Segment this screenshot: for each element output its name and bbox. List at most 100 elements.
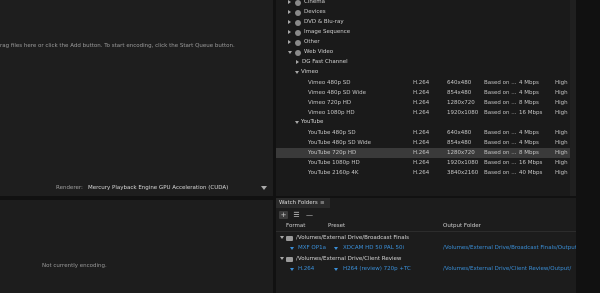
queue-panel[interactable]: rag files here or click the Add button. … <box>0 0 273 196</box>
preset-resolution: 1280x720 <box>447 100 475 106</box>
globe-icon <box>295 9 301 16</box>
preset-category-label: Cinema <box>304 0 325 5</box>
chevron-down-icon[interactable] <box>288 51 292 54</box>
preset-group[interactable]: Vimeo <box>276 68 576 77</box>
watch-folders-toolbar: + ☰ — <box>276 210 576 220</box>
preset-name: Vimeo 480p SD Wide <box>308 90 366 96</box>
preset-source: Based on ... <box>484 160 517 166</box>
preset-format: H.264 <box>413 150 430 156</box>
preset-row[interactable]: YouTube 480p SD H.264 640x480 Based on ... 4… <box>276 128 576 138</box>
preset-row[interactable]: YouTube 720p HD H.264 1280x720 Based on ...… <box>276 148 576 158</box>
output-folder-link[interactable]: /Volumes/External Drive/Broadcast Finals… <box>443 243 579 253</box>
preset-row[interactable]: YouTube 480p SD Wide H.264 854x480 Based on… <box>276 138 576 148</box>
preset-group[interactable]: DG Fast Channel <box>276 58 576 67</box>
preset-category[interactable]: Image Sequence <box>276 28 576 37</box>
chevron-down-icon[interactable] <box>295 71 299 74</box>
format-value[interactable]: H.264 <box>298 264 314 274</box>
tab-watch-folders[interactable]: Watch Folders ≡ <box>276 198 330 208</box>
preset-source: Based on ... <box>484 80 517 86</box>
chevron-right-icon[interactable] <box>288 0 291 4</box>
chevron-down-icon[interactable] <box>280 236 284 239</box>
preset-resolution: 854x480 <box>447 140 472 146</box>
preset-name: Vimeo 1080p HD <box>308 110 355 116</box>
preset-category[interactable]: Cinema <box>276 0 576 7</box>
preset-format: H.264 <box>413 90 430 96</box>
format-column-header: Format <box>286 223 306 229</box>
preset-format: H.264 <box>413 160 430 166</box>
renderer-value[interactable]: Mercury Playback Engine GPU Acceleration… <box>88 185 228 191</box>
preset-category[interactable]: Web Video <box>276 48 576 57</box>
preset-resolution: 3840x2160 <box>447 170 479 176</box>
preset-profile: High <box>555 160 568 166</box>
watch-folder-output-row[interactable]: MXF OP1a XDCAM HD 50 PAL 50i /Volumes/Ex… <box>276 243 579 253</box>
preset-source: Based on ... <box>484 170 517 176</box>
chevron-right-icon[interactable] <box>288 40 291 44</box>
preset-group-label: YouTube <box>301 119 324 125</box>
preset-browser[interactable]: Cinema Devices DVD & Blu-ray Image Sequence… <box>276 0 576 196</box>
preset-resolution: 854x480 <box>447 90 472 96</box>
format-value[interactable]: MXF OP1a <box>298 243 326 253</box>
preset-resolution: 640x480 <box>447 130 472 136</box>
add-watch-folder-button[interactable]: + <box>279 211 288 219</box>
watch-folders-panel[interactable]: Watch Folders ≡ + ☰ — Format Preset Outp… <box>276 198 579 293</box>
chevron-right-icon[interactable] <box>296 60 299 64</box>
preset-bitrate: 16 Mbps <box>519 110 543 116</box>
preset-row[interactable]: YouTube 2160p 4K H.264 3840x2160 Based on .… <box>276 168 576 178</box>
preset-profile: High <box>555 150 568 156</box>
chevron-down-icon[interactable] <box>295 121 299 124</box>
chevron-right-icon[interactable] <box>288 30 291 34</box>
preset-resolution: 1920x1080 <box>447 160 479 166</box>
format-dropdown-icon[interactable] <box>290 267 294 271</box>
preset-format: H.264 <box>413 170 430 176</box>
encoding-panel <box>0 200 273 293</box>
watch-folder-path: /Volumes/External Drive/Client Review <box>296 256 402 262</box>
preset-name: YouTube 480p SD Wide <box>308 140 372 146</box>
preset-category[interactable]: Devices <box>276 8 576 17</box>
preset-row[interactable]: Vimeo 480p SD Wide H.264 854x480 Based on .… <box>276 88 576 98</box>
preset-resolution: 1280x720 <box>447 150 475 156</box>
preset-dropdown-icon[interactable] <box>334 246 338 250</box>
remove-watch-folder-button[interactable]: — <box>305 211 314 219</box>
watch-folder-path: /Volumes/External Drive/Broadcast Finals <box>296 235 409 241</box>
preset-row[interactable]: YouTube 1080p HD H.264 1920x1080 Based on .… <box>276 158 576 168</box>
preset-profile: High <box>555 110 568 116</box>
preset-category-label: Image Sequence <box>304 29 351 35</box>
watch-folder-row[interactable]: /Volumes/External Drive/Client Review <box>276 254 576 264</box>
watch-folders-tab-label: Watch Folders <box>279 200 318 206</box>
preset-source: Based on ... <box>484 150 517 156</box>
preset-value[interactable]: XDCAM HD 50 PAL 50i <box>343 243 404 253</box>
chevron-right-icon[interactable] <box>288 20 291 24</box>
output-folder-link[interactable]: /Volumes/External Drive/Client Review/Ou… <box>443 264 571 274</box>
panel-menu-icon[interactable]: ≡ <box>320 200 325 206</box>
preset-bitrate: 4 Mbps <box>519 80 539 86</box>
preset-row[interactable]: Vimeo 720p HD H.264 1280x720 Based on ... 8 … <box>276 98 576 108</box>
chevron-down-icon[interactable] <box>261 186 267 190</box>
watch-folder-row[interactable]: /Volumes/External Drive/Broadcast Finals <box>276 233 576 243</box>
preset-bitrate: 8 Mbps <box>519 100 539 106</box>
preset-resolution: 640x480 <box>447 80 472 86</box>
watch-folder-output-row[interactable]: H.264 H264 (review) 720p +TC /Volumes/Ex… <box>276 264 576 274</box>
folder-icon <box>286 236 293 241</box>
preset-value[interactable]: H264 (review) 720p +TC <box>343 264 411 274</box>
format-dropdown-icon[interactable] <box>290 246 294 250</box>
preset-profile: High <box>555 90 568 96</box>
preset-name: YouTube 2160p 4K <box>308 170 359 176</box>
renderer-dropdown[interactable]: Renderer: Mercury Playback Engine GPU Ac… <box>0 184 273 193</box>
preset-dropdown-icon[interactable] <box>334 267 338 271</box>
preset-category[interactable]: Other <box>276 38 576 47</box>
preset-name: Vimeo 720p HD <box>308 100 352 106</box>
preset-group[interactable]: YouTube <box>276 118 576 127</box>
preset-group-label: DG Fast Channel <box>302 59 348 65</box>
preset-profile: High <box>555 80 568 86</box>
folder-icon <box>286 257 293 262</box>
preset-row[interactable]: Vimeo 480p SD H.264 640x480 Based on ... 4 M… <box>276 78 576 88</box>
preset-category[interactable]: DVD & Blu-ray <box>276 18 576 27</box>
watch-folder-settings-button[interactable]: ☰ <box>292 211 301 219</box>
preset-category-label: DVD & Blu-ray <box>304 19 344 25</box>
chevron-down-icon[interactable] <box>280 257 284 260</box>
chevron-right-icon[interactable] <box>288 10 291 14</box>
preset-resolution: 1920x1080 <box>447 110 479 116</box>
preset-row[interactable]: Vimeo 1080p HD H.264 1920x1080 Based on ...… <box>276 108 576 118</box>
encoding-status: Not currently encoding. <box>42 263 107 269</box>
preset-bitrate: 40 Mbps <box>519 170 543 176</box>
